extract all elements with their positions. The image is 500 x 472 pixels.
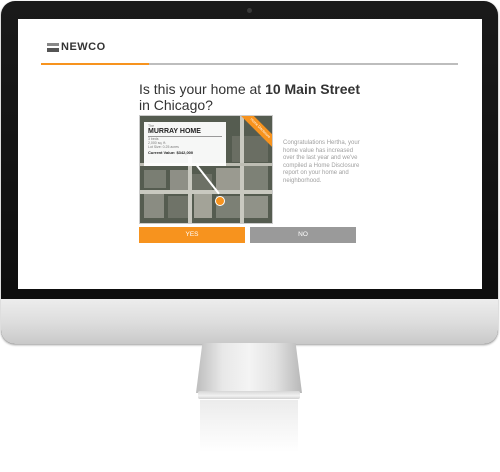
brand-logo[interactable]: NEWCO (47, 41, 106, 53)
monitor-chin (1, 299, 498, 344)
screen: NEWCO Is this your home at 10 Main Stree… (18, 19, 482, 289)
congratulations-message: Congratulations Hertha, your home value … (283, 140, 360, 184)
camera-icon (247, 8, 252, 13)
monitor-frame: NEWCO Is this your home at 10 Main Stree… (1, 1, 498, 344)
monitor-stand-foot (198, 391, 300, 399)
question-prefix: Is this your home at (139, 81, 266, 97)
monitor-stand-neck (196, 343, 302, 393)
progress-fill (41, 63, 150, 65)
no-button[interactable]: NO (250, 227, 356, 243)
question-address: 10 Main Street (265, 81, 360, 97)
yes-button[interactable]: YES (139, 227, 245, 243)
newco-logo-icon (47, 42, 59, 52)
stand-reflection (200, 400, 298, 452)
brand-name: NEWCO (61, 41, 106, 53)
location-pin-icon (215, 196, 225, 206)
home-name: MURRAY HOME (148, 128, 222, 137)
page-title: Is this your home at 10 Main Street in C… (139, 81, 369, 113)
home-info-box: The MURRAY HOME 3 beds 2,000 sq. ft. Lot… (144, 122, 226, 166)
home-card: The MURRAY HOME 3 beds 2,000 sq. ft. Lot… (139, 115, 273, 224)
question-suffix: in Chicago? (139, 97, 213, 113)
home-detail-lot: Lot Size: 0.25 acres (148, 145, 179, 149)
progress-bar (41, 63, 458, 65)
home-current-value: Current Value: $342,000 (148, 150, 194, 155)
